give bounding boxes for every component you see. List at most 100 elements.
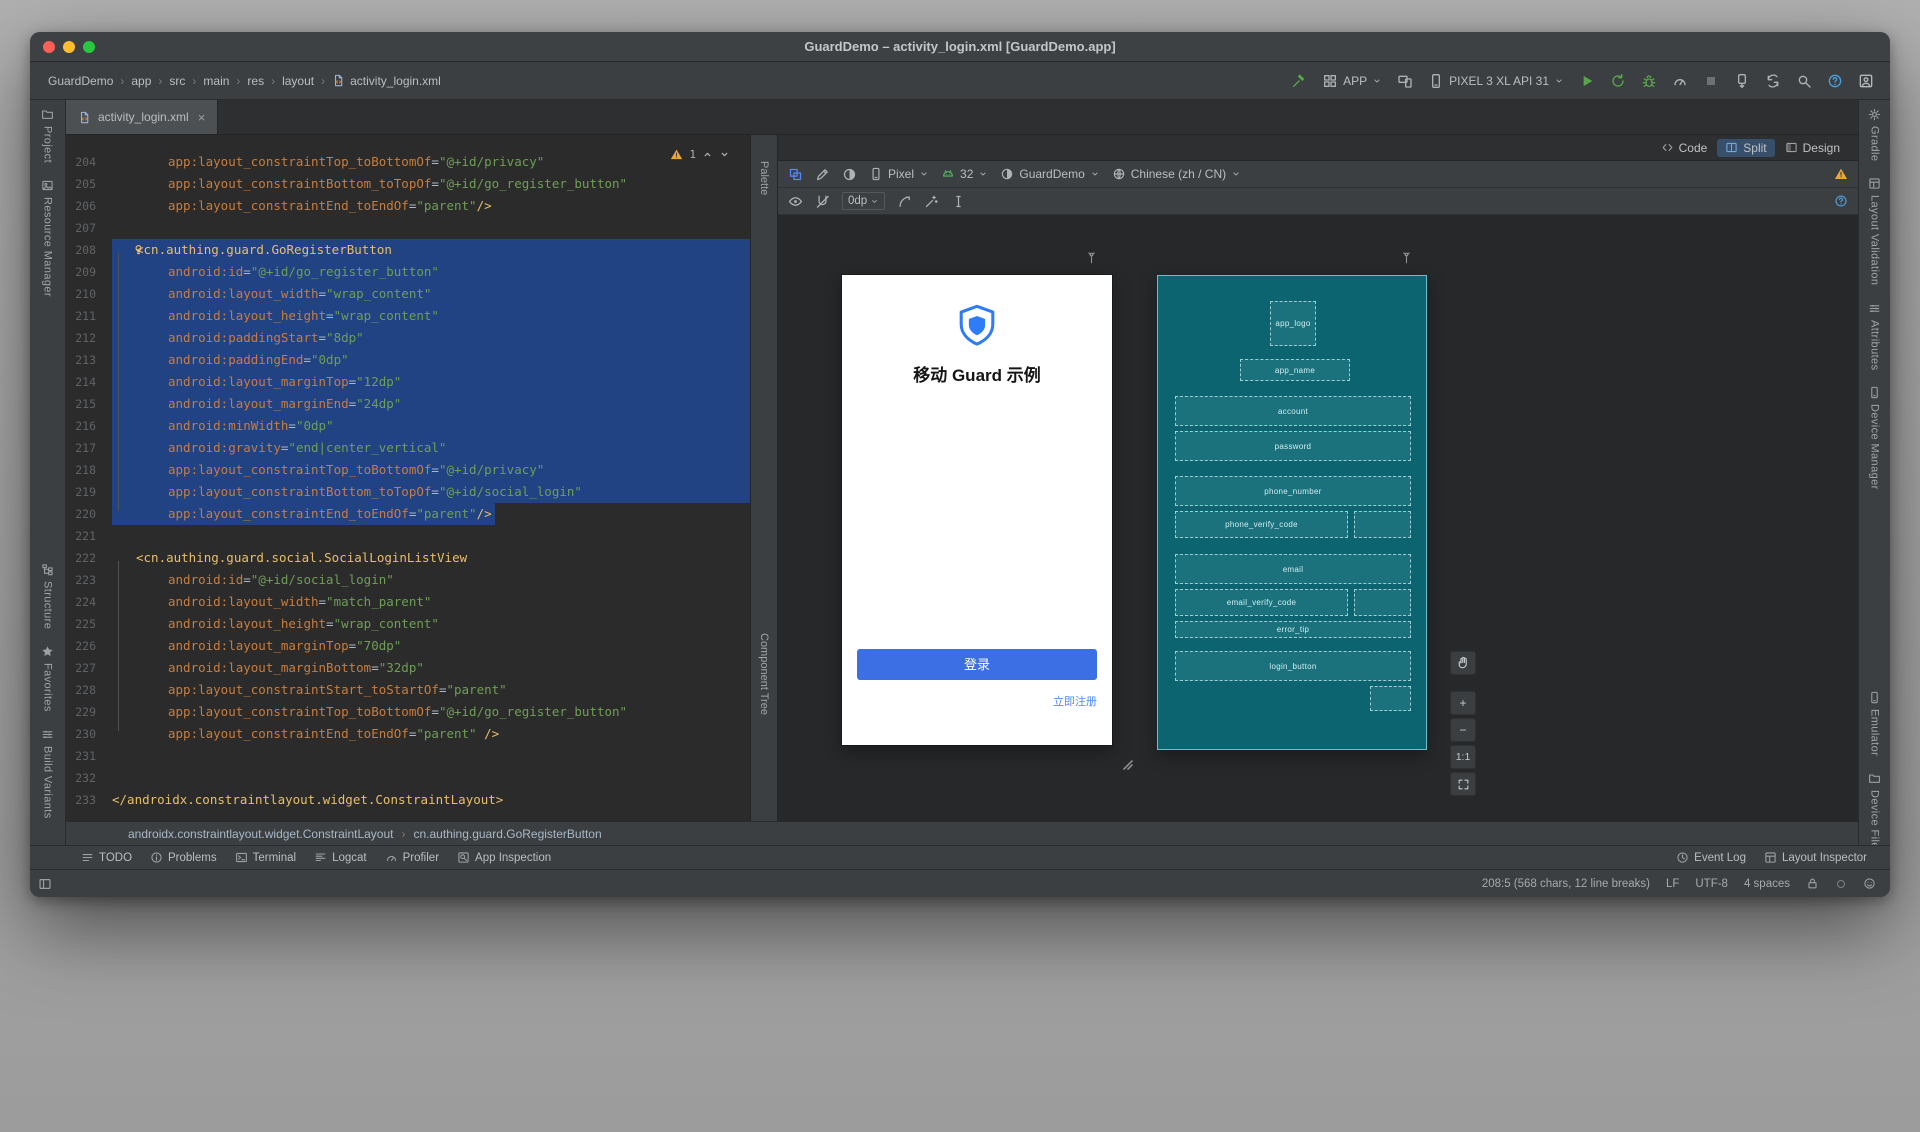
pixel-selector[interactable]: Pixel bbox=[869, 167, 929, 181]
mode-design[interactable]: Design bbox=[1777, 139, 1848, 157]
tool-stripe-project[interactable]: Project bbox=[41, 100, 54, 171]
code-line[interactable]: 204app:layout_constraintTop_toBottomOf="… bbox=[66, 151, 750, 173]
code-line[interactable]: 224android:layout_width="match_parent" bbox=[66, 591, 750, 613]
tool-button-problems[interactable]: Problems bbox=[141, 851, 226, 864]
component-tree-tab[interactable]: Component Tree bbox=[758, 633, 770, 715]
code-line[interactable]: 233</androidx.constraintlayout.widget.Co… bbox=[66, 789, 750, 811]
code-line[interactable]: 213android:paddingEnd="0dp" bbox=[66, 349, 750, 371]
tool-button-todo[interactable]: TODO bbox=[72, 851, 141, 864]
breadcrumb-item[interactable]: res bbox=[247, 74, 264, 88]
debug-button[interactable] bbox=[1641, 73, 1657, 89]
code-line[interactable]: 218app:layout_constraintTop_toBottomOf="… bbox=[66, 459, 750, 481]
stop-button[interactable] bbox=[1703, 73, 1719, 89]
sync-button[interactable] bbox=[1765, 73, 1781, 89]
tool-stripe-favorites[interactable]: Favorites bbox=[41, 637, 54, 720]
tab-close-icon[interactable]: × bbox=[198, 110, 206, 125]
code-line[interactable]: 219app:layout_constraintBottom_toTopOf="… bbox=[66, 481, 750, 503]
code-line[interactable]: 221 bbox=[66, 525, 750, 547]
eye-button[interactable] bbox=[788, 194, 803, 209]
help-button[interactable] bbox=[1827, 73, 1843, 89]
tool-button-profiler[interactable]: Profiler bbox=[376, 851, 448, 864]
device-pair-button[interactable] bbox=[1397, 73, 1413, 89]
chinese-zh-cn-selector[interactable]: Chinese (zh / CN) bbox=[1112, 167, 1241, 181]
breadcrumb-item[interactable]: app bbox=[131, 74, 151, 88]
theme-button[interactable] bbox=[842, 167, 857, 182]
feedback-smiley-icon[interactable] bbox=[1863, 877, 1876, 890]
code-line[interactable]: 225android:layout_height="wrap_content" bbox=[66, 613, 750, 635]
xml-breadcrumb-item[interactable]: androidx.constraintlayout.widget.Constra… bbox=[128, 827, 394, 841]
tool-stripe-emulator[interactable]: Emulator bbox=[1868, 683, 1881, 764]
32-selector[interactable]: 32 bbox=[941, 167, 988, 181]
device-select[interactable]: PIXEL 3 XL API 31 bbox=[1428, 73, 1564, 89]
design-preview-canvas[interactable]: 移动 Guard 示例 登录 立即注册 bbox=[842, 275, 1112, 745]
inspection-widget[interactable]: 1 bbox=[666, 147, 734, 162]
blueprint-password[interactable]: password bbox=[1175, 431, 1411, 461]
blueprint-app_name[interactable]: app_name bbox=[1240, 359, 1350, 381]
tool-button-terminal[interactable]: Terminal bbox=[226, 851, 305, 864]
device-config-icon[interactable] bbox=[1400, 251, 1413, 265]
cursor-text-button[interactable] bbox=[951, 194, 966, 209]
code-line[interactable]: 226android:layout_marginTop="70dp" bbox=[66, 635, 750, 657]
login-button-preview[interactable]: 登录 bbox=[857, 649, 1097, 680]
code-line[interactable]: 228app:layout_constraintStart_toStartOf=… bbox=[66, 679, 750, 701]
prev-warning-icon[interactable] bbox=[702, 149, 713, 160]
breadcrumb-item[interactable]: main bbox=[203, 74, 229, 88]
indent-setting[interactable]: 4 spaces bbox=[1744, 878, 1790, 890]
code-line[interactable]: 229app:layout_constraintTop_toBottomOf="… bbox=[66, 701, 750, 723]
apply-changes-button[interactable] bbox=[1610, 73, 1626, 89]
tool-stripe-layout-validation[interactable]: Layout Validation bbox=[1868, 169, 1881, 293]
code-line[interactable]: 210android:layout_width="wrap_content" bbox=[66, 283, 750, 305]
blueprint-app_logo[interactable]: app_logo bbox=[1270, 301, 1316, 346]
blueprint-email[interactable]: email bbox=[1175, 554, 1411, 584]
default-margins-selector[interactable]: 0dp bbox=[842, 192, 885, 210]
tab-activity-login-xml[interactable]: activity_login.xml × bbox=[66, 100, 218, 134]
code-line[interactable]: 220app:layout_constraintEnd_toEndOf="par… bbox=[66, 503, 750, 525]
blueprint-error_tip[interactable]: error_tip bbox=[1175, 621, 1411, 638]
palette-tab[interactable]: Palette bbox=[758, 161, 770, 195]
zoom-fit-button[interactable] bbox=[1450, 772, 1476, 796]
tool-stripe-resource-manager[interactable]: Resource Manager bbox=[41, 171, 54, 305]
code-line[interactable]: 227android:layout_marginBottom="32dp" bbox=[66, 657, 750, 679]
zoom-in-button[interactable]: + bbox=[1450, 691, 1476, 715]
blueprint-canvas[interactable]: app_logoapp_nameaccountpasswordphone_num… bbox=[1157, 275, 1427, 750]
blueprint-phone_code_btn[interactable] bbox=[1354, 511, 1411, 538]
next-warning-icon[interactable] bbox=[719, 149, 730, 160]
pan-button[interactable] bbox=[1450, 651, 1476, 675]
code-line[interactable]: 231 bbox=[66, 745, 750, 767]
caret-position[interactable]: 208:5 (568 chars, 12 line breaks) bbox=[1482, 878, 1650, 890]
code-line[interactable]: 208<cn.authing.guard.GoRegisterButton bbox=[66, 239, 750, 261]
mode-code[interactable]: Code bbox=[1653, 139, 1716, 157]
blueprint-email_verify_code[interactable]: email_verify_code bbox=[1175, 589, 1348, 616]
breadcrumb-item[interactable]: layout bbox=[282, 74, 314, 88]
layers-button[interactable] bbox=[788, 167, 803, 182]
wand-button[interactable] bbox=[924, 194, 939, 209]
pencil-button[interactable] bbox=[815, 167, 830, 182]
zoom-out-button[interactable]: − bbox=[1450, 718, 1476, 742]
code-line[interactable]: 211android:layout_height="wrap_content" bbox=[66, 305, 750, 327]
breadcrumb-item[interactable]: src bbox=[169, 74, 185, 88]
breadcrumb-file[interactable]: activity_login.xml bbox=[332, 74, 441, 88]
tool-stripe-gradle[interactable]: Gradle bbox=[1868, 100, 1881, 169]
lock-icon[interactable] bbox=[1806, 877, 1819, 890]
run-config-select[interactable]: APP bbox=[1322, 73, 1382, 89]
blueprint-email_code_btn[interactable] bbox=[1354, 589, 1411, 616]
code-line[interactable]: 206app:layout_constraintEnd_toEndOf="par… bbox=[66, 195, 750, 217]
code-line[interactable]: 232 bbox=[66, 767, 750, 789]
intention-bulb-icon[interactable] bbox=[132, 243, 145, 256]
code-line[interactable]: 209android:id="@+id/go_register_button" bbox=[66, 261, 750, 283]
design-help-button[interactable] bbox=[1834, 192, 1848, 210]
code-line[interactable]: 214android:layout_marginTop="12dp" bbox=[66, 371, 750, 393]
blueprint-login_button[interactable]: login_button bbox=[1175, 651, 1411, 681]
code-line[interactable]: 207 bbox=[66, 217, 750, 239]
code-editor[interactable]: 204app:layout_constraintTop_toBottomOf="… bbox=[66, 135, 750, 821]
connect-button[interactable] bbox=[897, 194, 912, 209]
tool-button-app-inspection[interactable]: App Inspection bbox=[448, 851, 560, 864]
device-config-icon[interactable] bbox=[1085, 251, 1098, 265]
tool-stripe-build-variants[interactable]: Build Variants bbox=[41, 720, 54, 827]
code-line[interactable]: 215android:layout_marginEnd="24dp" bbox=[66, 393, 750, 415]
profile-button[interactable] bbox=[1672, 73, 1688, 89]
run-button[interactable] bbox=[1579, 73, 1595, 89]
build-button[interactable] bbox=[1291, 73, 1307, 89]
xml-breadcrumb-item[interactable]: cn.authing.guard.GoRegisterButton bbox=[414, 827, 602, 841]
blueprint-corner_btn[interactable] bbox=[1370, 686, 1411, 711]
